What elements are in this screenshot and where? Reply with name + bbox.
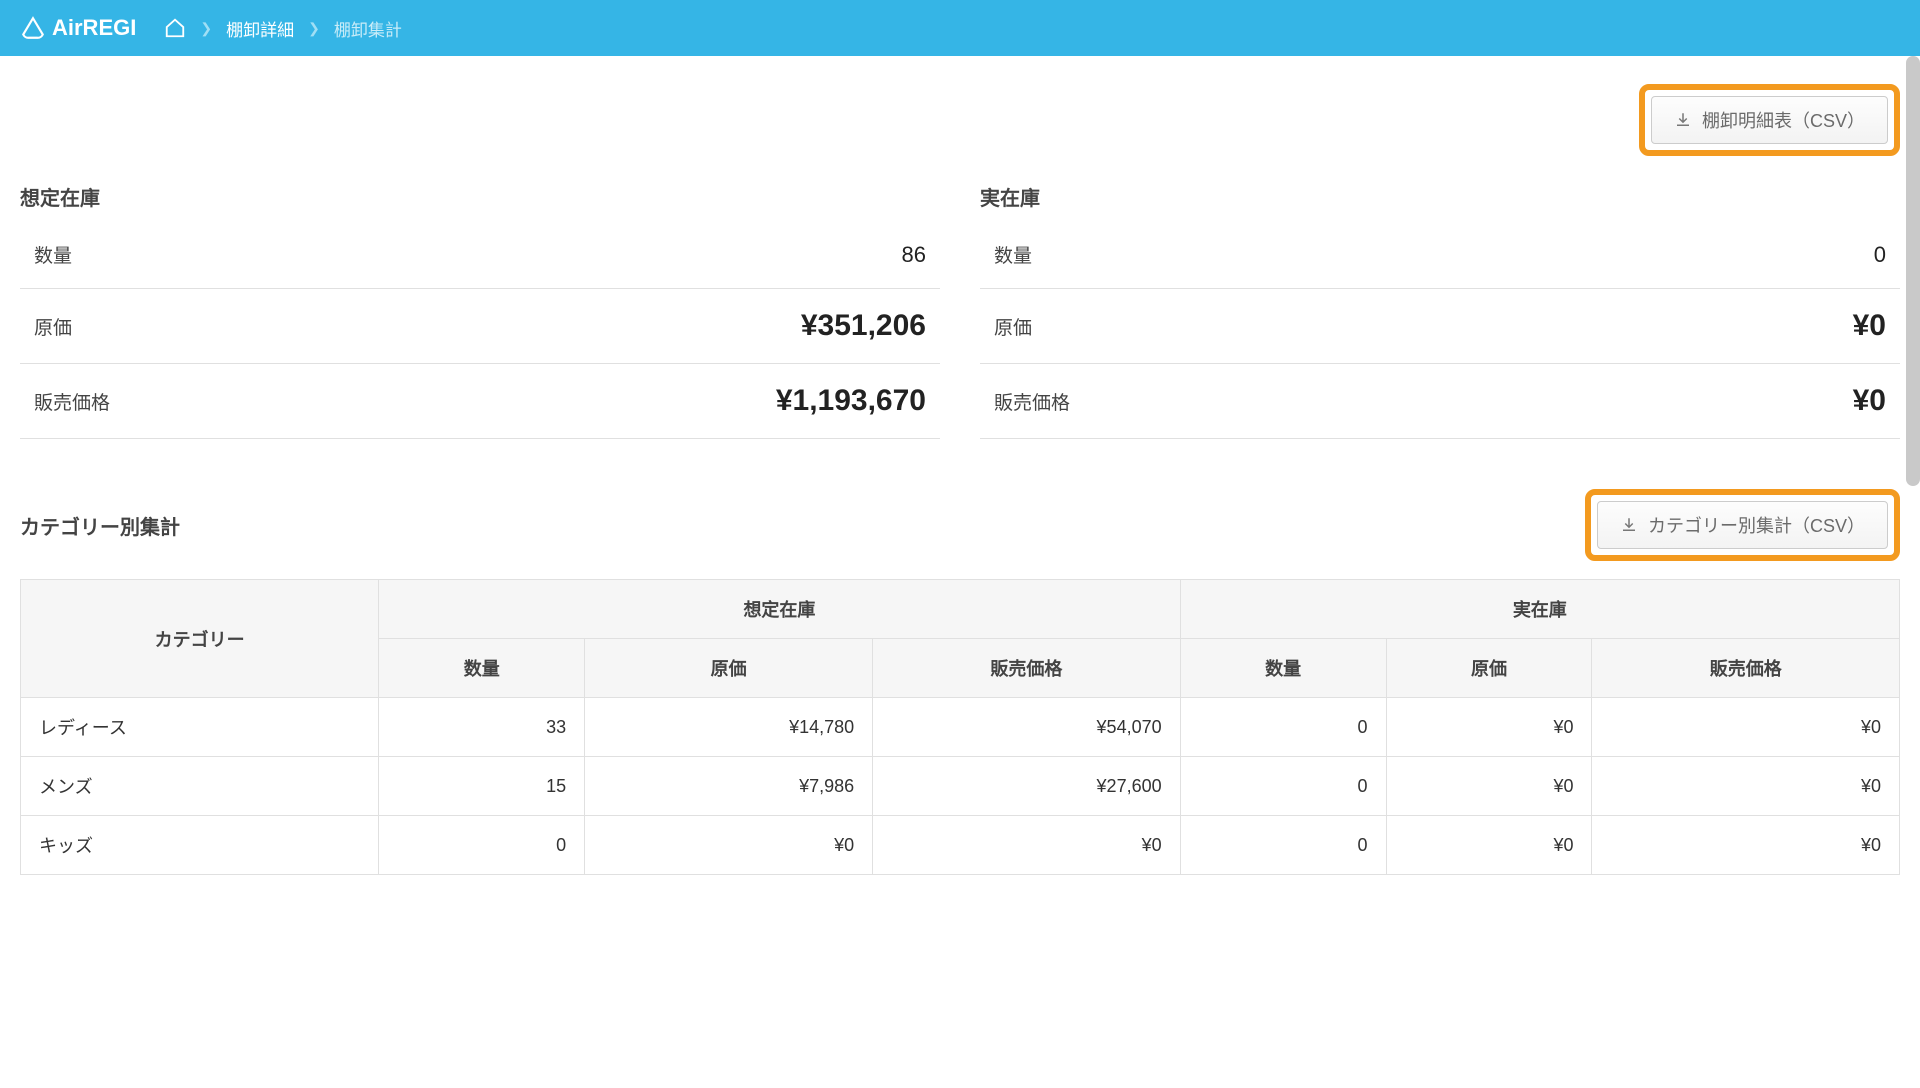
cell-act-qty: 0 [1180,816,1386,875]
price-value: ¥1,193,670 [776,384,926,418]
cell-act-cost: ¥0 [1386,757,1592,816]
th-category: カテゴリー [21,580,379,698]
cell-act-qty: 0 [1180,698,1386,757]
breadcrumb-current: 棚卸集計 [334,16,402,41]
download-icon [1620,516,1638,534]
qty-value: 86 [902,242,926,268]
th-cost: 原価 [585,639,873,698]
estimated-cost-row: 原価 ¥351,206 [20,289,940,364]
actual-price-row: 販売価格 ¥0 [980,364,1900,439]
category-title: カテゴリー別集計 [20,511,180,540]
actual-cost-row: 原価 ¥0 [980,289,1900,364]
cost-value: ¥351,206 [801,309,926,343]
cell-est-cost: ¥7,986 [585,757,873,816]
price-label: 販売価格 [34,388,110,415]
chevron-icon: ❯ [308,20,320,37]
th-estimated: 想定在庫 [379,580,1180,639]
csv-category-label: カテゴリー別集計（CSV） [1648,512,1865,538]
highlight-box-detail: 棚卸明細表（CSV） [1639,84,1900,156]
estimated-title: 想定在庫 [20,182,940,211]
breadcrumb-prev[interactable]: 棚卸詳細 [226,16,294,41]
table-row: メンズ15¥7,986¥27,6000¥0¥0 [21,757,1900,816]
th-price: 販売価格 [1592,639,1900,698]
qty-label: 数量 [994,241,1032,268]
cell-est-price: ¥0 [873,816,1180,875]
actual-qty-row: 数量 0 [980,221,1900,289]
csv-detail-label: 棚卸明細表（CSV） [1702,107,1865,133]
th-actual: 実在庫 [1180,580,1899,639]
estimated-price-row: 販売価格 ¥1,193,670 [20,364,940,439]
cell-est-cost: ¥14,780 [585,698,873,757]
cost-label: 原価 [994,313,1032,340]
estimated-qty-row: 数量 86 [20,221,940,289]
cell-act-price: ¥0 [1592,816,1900,875]
cell-act-price: ¥0 [1592,757,1900,816]
table-body: レディース33¥14,780¥54,0700¥0¥0メンズ15¥7,986¥27… [21,698,1900,875]
price-value: ¥0 [1853,384,1886,418]
csv-detail-button[interactable]: 棚卸明細表（CSV） [1651,96,1888,144]
cell-name: キッズ [21,816,379,875]
app-header: AirREGI ❯ 棚卸詳細 ❯ 棚卸集計 [0,0,1920,56]
chevron-icon: ❯ [200,20,212,37]
top-button-row: 棚卸明細表（CSV） [20,56,1900,156]
qty-label: 数量 [34,241,72,268]
category-table: カテゴリー 想定在庫 実在庫 数量 原価 販売価格 数量 原価 販売価格 レディ… [20,579,1900,875]
actual-title: 実在庫 [980,182,1900,211]
cell-est-price: ¥54,070 [873,698,1180,757]
cell-est-qty: 15 [379,757,585,816]
summary-estimated: 想定在庫 数量 86 原価 ¥351,206 販売価格 ¥1,193,670 [20,182,940,439]
table-head: カテゴリー 想定在庫 実在庫 数量 原価 販売価格 数量 原価 販売価格 [21,580,1900,698]
breadcrumb: ❯ 棚卸詳細 ❯ 棚卸集計 [164,16,401,41]
scrollbar[interactable] [1906,56,1920,486]
cell-act-price: ¥0 [1592,698,1900,757]
cost-label: 原価 [34,313,72,340]
summary-section: 想定在庫 数量 86 原価 ¥351,206 販売価格 ¥1,193,670 実… [20,182,1900,439]
summary-actual: 実在庫 数量 0 原価 ¥0 販売価格 ¥0 [980,182,1900,439]
cell-act-cost: ¥0 [1386,816,1592,875]
logo-icon [20,15,46,41]
cell-act-cost: ¥0 [1386,698,1592,757]
th-cost: 原価 [1386,639,1592,698]
qty-value: 0 [1874,242,1886,268]
cost-value: ¥0 [1853,309,1886,343]
th-qty: 数量 [1180,639,1386,698]
csv-category-button[interactable]: カテゴリー別集計（CSV） [1597,501,1888,549]
th-qty: 数量 [379,639,585,698]
cell-act-qty: 0 [1180,757,1386,816]
cell-est-qty: 33 [379,698,585,757]
app-name: AirREGI [52,15,136,41]
table-row: レディース33¥14,780¥54,0700¥0¥0 [21,698,1900,757]
cell-name: レディース [21,698,379,757]
app-logo: AirREGI [20,15,136,41]
download-icon [1674,111,1692,129]
th-price: 販売価格 [873,639,1180,698]
cell-name: メンズ [21,757,379,816]
main-content: 棚卸明細表（CSV） 想定在庫 数量 86 原価 ¥351,206 販売価格 ¥… [0,56,1920,915]
cell-est-qty: 0 [379,816,585,875]
price-label: 販売価格 [994,388,1070,415]
cell-est-cost: ¥0 [585,816,873,875]
home-icon[interactable] [164,17,186,39]
highlight-box-category: カテゴリー別集計（CSV） [1585,489,1900,561]
table-row: キッズ0¥0¥00¥0¥0 [21,816,1900,875]
category-header: カテゴリー別集計 カテゴリー別集計（CSV） [20,489,1900,561]
cell-est-price: ¥27,600 [873,757,1180,816]
